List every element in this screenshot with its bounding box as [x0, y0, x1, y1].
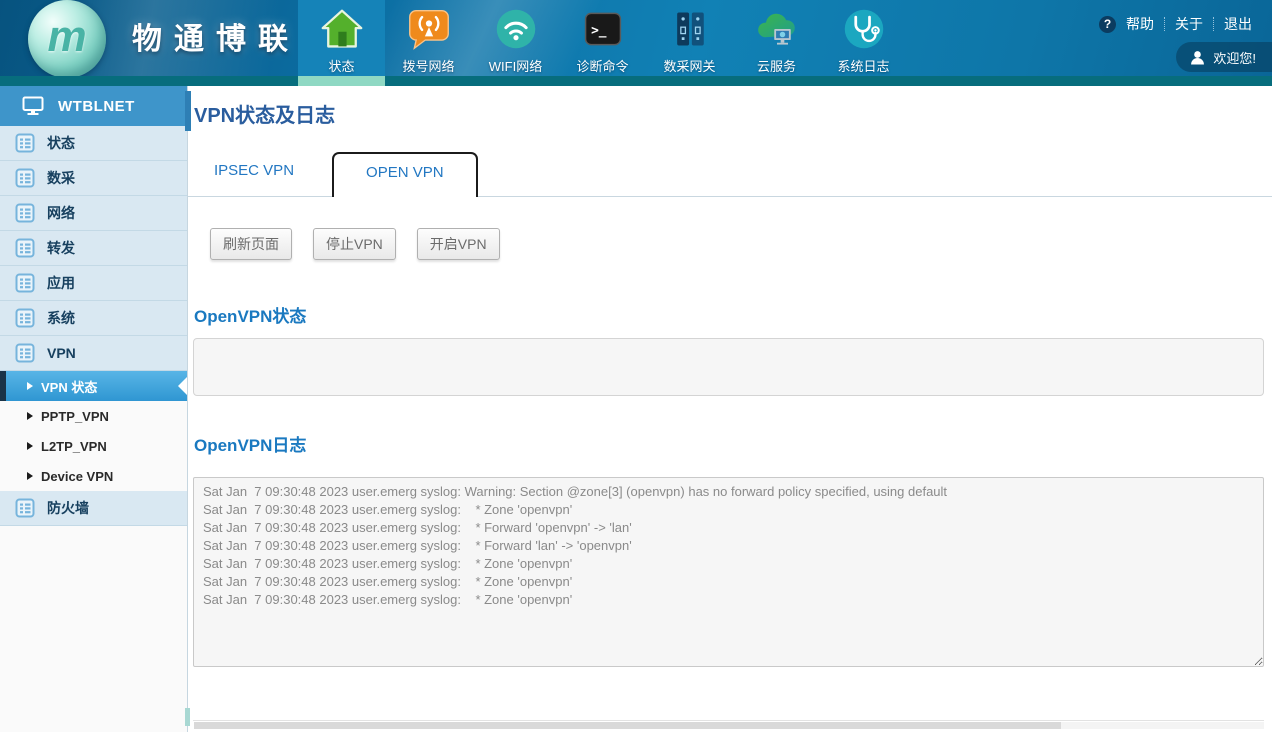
tab-bar: IPSEC VPN OPEN VPN [193, 152, 1264, 197]
submenu-item-pptp-vpn[interactable]: PPTP_VPN [0, 401, 187, 431]
list-icon [15, 273, 35, 293]
top-header: m 物通博联 状态 拨号网络 [0, 0, 1272, 86]
page-title: VPN状态及日志 [194, 99, 1264, 128]
nav-label: 系统日志 [837, 56, 889, 75]
scrollbar-fragment [185, 708, 190, 726]
brand-name: 物通博联 [132, 0, 300, 76]
tab-ipsec-vpn[interactable]: IPSEC VPN [193, 152, 314, 179]
nav-label: 云服务 [757, 56, 796, 75]
logo-sphere-icon: m [28, 0, 106, 78]
action-buttons: 刷新页面 停止VPN 开启VPN [210, 228, 1264, 260]
welcome-text: 欢迎您! [1213, 48, 1256, 67]
help-icon: ? [1099, 16, 1116, 33]
sidebar-item-firewall[interactable]: 防火墙 [0, 491, 187, 526]
sidebar-item-forwarding[interactable]: 转发 [0, 231, 187, 266]
nav-item-dialup-network[interactable]: 拨号网络 [385, 0, 472, 76]
brand-logo[interactable]: m 物通博联 [0, 0, 298, 76]
sidebar-item-label: 网络 [47, 203, 75, 223]
refresh-page-button[interactable]: 刷新页面 [210, 228, 292, 260]
caret-right-icon [27, 382, 33, 390]
welcome-badge: 欢迎您! [1176, 42, 1272, 72]
submenu-item-label: L2TP_VPN [41, 439, 107, 454]
sidebar-item-network[interactable]: 网络 [0, 196, 187, 231]
nav-item-diagnostic-command[interactable]: >_ 诊断命令 [559, 0, 646, 76]
sidebar-item-status[interactable]: 状态 [0, 126, 187, 161]
submenu-item-label: PPTP_VPN [41, 409, 109, 424]
vpn-submenu: VPN 状态 PPTP_VPN L2TP_VPN Device VPN [0, 371, 187, 491]
active-nav-underline [298, 76, 385, 86]
nav-item-cloud-service[interactable]: 云服务 [733, 0, 820, 76]
header-links: ? 帮助 关于 退出 [1099, 14, 1262, 34]
sidebar-item-label: 防火墙 [47, 498, 89, 518]
caret-right-icon [27, 472, 33, 480]
gateway-icon [668, 7, 712, 51]
sidebar-item-system[interactable]: 系统 [0, 301, 187, 336]
content-left-accent [185, 91, 191, 131]
dialup-icon [407, 7, 451, 51]
tab-open-vpn[interactable]: OPEN VPN [332, 152, 478, 197]
nav-label: 状态 [328, 56, 354, 75]
sidebar-item-label: 系统 [47, 308, 75, 328]
submenu-item-vpn-status[interactable]: VPN 状态 [0, 371, 187, 401]
nav-label: 诊断命令 [576, 56, 628, 75]
list-icon [15, 168, 35, 188]
terminal-icon: >_ [581, 7, 625, 51]
start-vpn-button[interactable]: 开启VPN [417, 228, 500, 260]
user-icon [1190, 50, 1205, 65]
list-icon [15, 133, 35, 153]
top-navigation: 状态 拨号网络 WIFI网络 >_ 诊断命 [298, 0, 907, 76]
stop-vpn-button[interactable]: 停止VPN [313, 228, 396, 260]
caret-right-icon [27, 412, 33, 420]
monitor-icon [22, 96, 44, 116]
horizontal-scrollbar-thumb[interactable] [194, 722, 1061, 729]
openvpn-log-textarea[interactable] [193, 477, 1264, 667]
submenu-item-device-vpn[interactable]: Device VPN [0, 461, 187, 491]
sidebar-device-header: WTBLNET [0, 86, 187, 126]
submenu-item-label: VPN 状态 [41, 377, 97, 396]
terminal-glyph: >_ [591, 24, 607, 39]
openvpn-status-box [193, 338, 1264, 396]
sidebar: WTBLNET 状态 数采 网络 转发 应用 系统 VPN VPN 状态 PP [0, 86, 188, 732]
openvpn-status-heading: OpenVPN状态 [194, 302, 1264, 327]
sidebar-item-label: 状态 [47, 133, 75, 153]
sidebar-item-application[interactable]: 应用 [0, 266, 187, 301]
sidebar-item-data-acquisition[interactable]: 数采 [0, 161, 187, 196]
syslog-icon [842, 7, 886, 51]
sidebar-item-label: VPN [47, 345, 76, 361]
list-icon [15, 343, 35, 363]
sidebar-item-label: 转发 [47, 238, 75, 258]
home-icon [320, 7, 364, 51]
wifi-icon [494, 7, 538, 51]
list-icon [15, 203, 35, 223]
cloud-icon [755, 7, 799, 51]
main-content: VPN状态及日志 IPSEC VPN OPEN VPN 刷新页面 停止VPN 开启… [188, 86, 1272, 732]
sidebar-item-vpn[interactable]: VPN [0, 336, 187, 371]
header-bottom-strip [0, 76, 1272, 86]
nav-label: 拨号网络 [402, 56, 454, 75]
list-icon [15, 238, 35, 258]
help-link[interactable]: 帮助 [1116, 14, 1164, 34]
bottom-divider [193, 720, 1264, 721]
nav-item-status[interactable]: 状态 [298, 0, 385, 76]
caret-right-icon [27, 442, 33, 450]
openvpn-log-heading: OpenVPN日志 [194, 431, 1264, 456]
horizontal-scrollbar[interactable] [194, 722, 1264, 729]
logo-glyph: m [47, 12, 86, 61]
nav-label: WIFI网络 [489, 56, 542, 75]
selected-notch [178, 377, 187, 395]
sidebar-item-label: 数采 [47, 168, 75, 188]
submenu-item-l2tp-vpn[interactable]: L2TP_VPN [0, 431, 187, 461]
nav-item-data-gateway[interactable]: 数采网关 [646, 0, 733, 76]
nav-item-system-log[interactable]: 系统日志 [820, 0, 907, 76]
logout-link[interactable]: 退出 [1214, 14, 1262, 34]
nav-item-wifi-network[interactable]: WIFI网络 [472, 0, 559, 76]
about-link[interactable]: 关于 [1165, 14, 1213, 34]
nav-label: 数采网关 [663, 56, 715, 75]
device-name: WTBLNET [58, 98, 135, 115]
list-icon [15, 498, 35, 518]
list-icon [15, 308, 35, 328]
sidebar-item-label: 应用 [47, 273, 75, 293]
submenu-item-label: Device VPN [41, 469, 113, 484]
